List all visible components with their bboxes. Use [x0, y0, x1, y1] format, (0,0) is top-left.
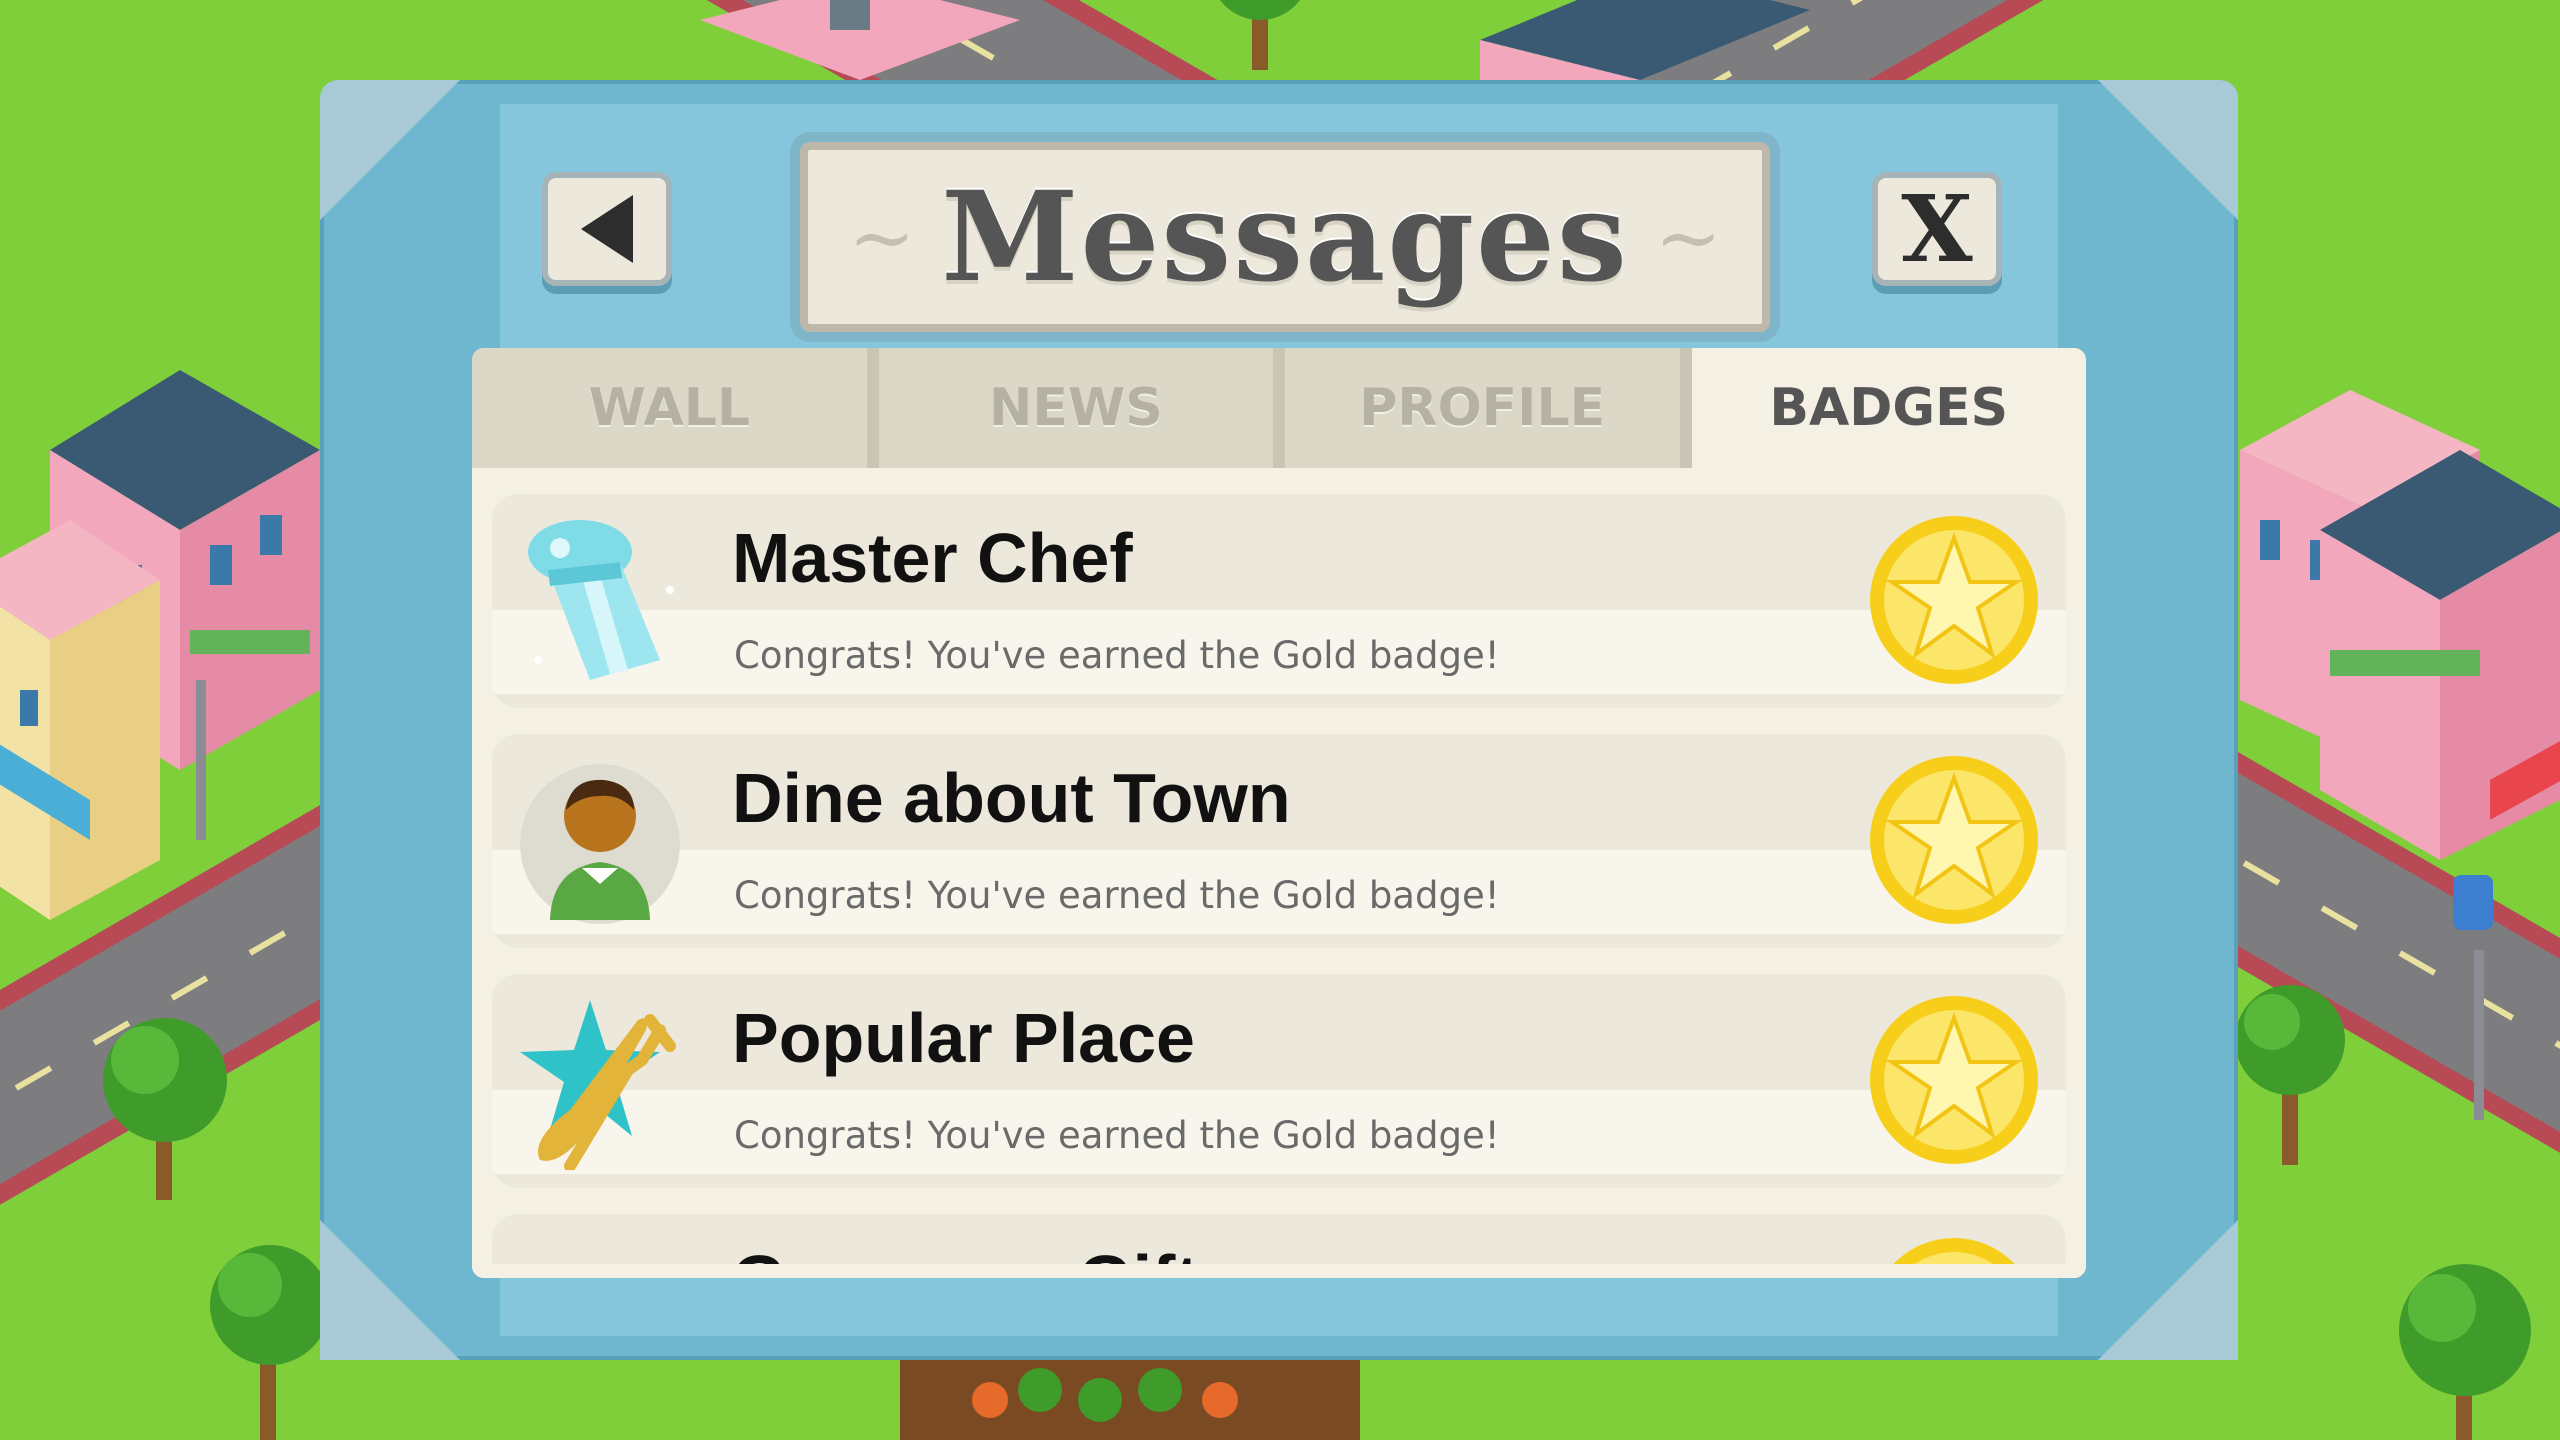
close-button[interactable]: X	[1872, 172, 2002, 286]
badge-item-dine-about-town[interactable]: Dine about Town Congrats! You've earned …	[492, 734, 2066, 948]
badge-item-master-chef[interactable]: Master Chef Congrats! You've earned the …	[492, 494, 2066, 708]
frame-corner	[320, 80, 460, 220]
left-swirl-ornament: ~	[848, 190, 916, 284]
tab-badges[interactable]: BADGES	[1691, 348, 2086, 468]
gold-star-badge-icon	[1870, 516, 2038, 684]
badge-list[interactable]: Master Chef Congrats! You've earned the …	[492, 494, 2066, 1278]
utensils-star-icon	[520, 1000, 676, 1170]
badge-subtitle: Congrats! You've earned the Gold badge!	[734, 874, 1500, 917]
gold-star-badge-icon	[1870, 996, 2038, 1164]
badge-title: Popular Place	[732, 999, 1195, 1077]
frame-corner	[2098, 1220, 2238, 1360]
street-lamp	[196, 680, 206, 840]
tab-profile[interactable]: PROFILE	[1285, 348, 1692, 468]
building-left-cream	[0, 520, 160, 920]
tree	[2235, 985, 2345, 1165]
badge-subtitle: Congrats! You've earned the Gold badge!	[734, 634, 1500, 677]
badge-item-popular-place[interactable]: Popular Place Congrats! You've earned th…	[492, 974, 2066, 1188]
tree	[103, 1018, 227, 1200]
list-bottom-edge	[472, 1264, 2086, 1278]
market-stall	[900, 1350, 1360, 1440]
gold-star-badge-icon	[1870, 756, 2038, 924]
badge-title: Dine about Town	[732, 759, 1291, 837]
frame-corner	[320, 1220, 460, 1360]
badge-subtitle: Congrats! You've earned the Gold badge!	[734, 1114, 1500, 1157]
back-button[interactable]	[542, 172, 672, 286]
building-top-right	[1480, 0, 1810, 90]
tab-wall[interactable]: WALL	[472, 348, 879, 468]
frame-corner	[2098, 80, 2238, 220]
back-arrow-icon	[581, 195, 633, 263]
tab-news[interactable]: NEWS	[878, 348, 1285, 468]
messages-modal: ~ Messages ~ X WALL NEWS PROFILE BADGES	[320, 80, 2238, 1360]
right-swirl-ornament: ~	[1654, 190, 1722, 284]
diner-avatar-icon	[520, 764, 680, 924]
messages-panel: WALL NEWS PROFILE BADGES Master Chef Con…	[472, 348, 2086, 1278]
close-icon: X	[1901, 175, 1973, 283]
title-plate: ~ Messages ~	[800, 142, 1770, 332]
chef-hat-icon	[528, 520, 674, 680]
tree	[2399, 1264, 2531, 1440]
mailbox	[2453, 875, 2493, 930]
badge-title: Master Chef	[732, 519, 1133, 597]
tree	[210, 1245, 330, 1440]
street-lamp	[2474, 950, 2484, 1120]
page-title: Messages	[941, 164, 1629, 310]
building-right-blue-roof	[2320, 450, 2560, 860]
building-top-left	[700, 0, 1020, 80]
tree	[1220, 0, 1300, 70]
tab-bar: WALL NEWS PROFILE BADGES	[472, 348, 2086, 468]
